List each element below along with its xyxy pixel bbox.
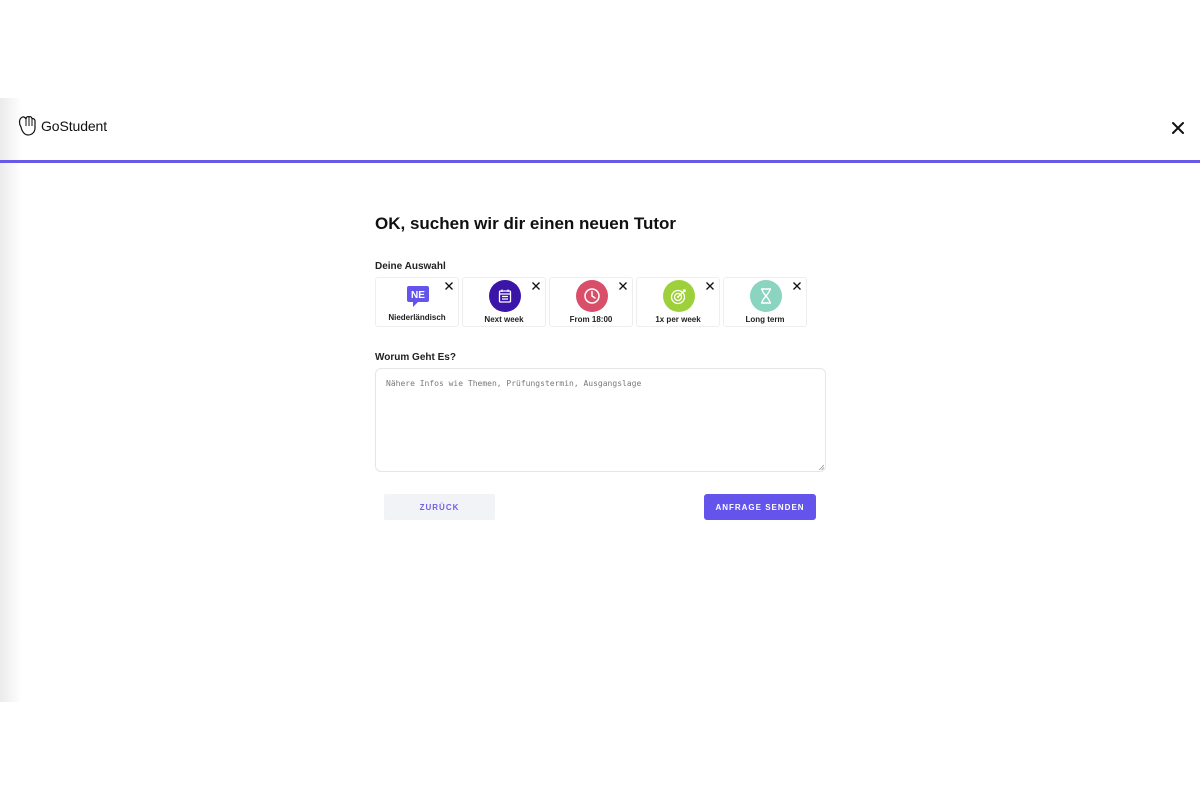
selection-chip-start: Next week bbox=[462, 277, 546, 327]
header: GoStudent bbox=[0, 98, 1200, 160]
chip-label-duration: Long term bbox=[745, 315, 785, 324]
about-label: Worum Geht Es? bbox=[375, 352, 456, 363]
selection-chip-duration: Long term bbox=[723, 277, 807, 327]
selection-chip-frequency: 1x per week bbox=[636, 277, 720, 327]
gostudent-logo-icon bbox=[18, 116, 36, 136]
language-badge-icon: NE bbox=[402, 280, 434, 312]
remove-time-icon[interactable] bbox=[618, 281, 628, 291]
brand-name: GoStudent bbox=[41, 118, 108, 134]
remove-start-icon[interactable] bbox=[531, 281, 541, 291]
modal-frame: GoStudent OK, suchen wir dir einen neuen… bbox=[0, 98, 1200, 702]
clock-icon bbox=[576, 280, 608, 312]
chip-label-time: From 18:00 bbox=[569, 315, 613, 324]
page-title: OK, suchen wir dir einen neuen Tutor bbox=[375, 214, 676, 233]
about-textarea[interactable] bbox=[375, 368, 826, 472]
chip-label-start: Next week bbox=[484, 315, 524, 324]
resize-handle-icon[interactable] bbox=[818, 464, 824, 470]
close-icon[interactable] bbox=[1170, 120, 1186, 136]
side-shadow bbox=[0, 98, 22, 702]
hourglass-icon bbox=[750, 280, 782, 312]
send-request-button[interactable]: ANFRAGE SENDEN bbox=[704, 494, 816, 520]
remove-frequency-icon[interactable] bbox=[705, 281, 715, 291]
progress-bar bbox=[0, 160, 1200, 163]
back-button[interactable]: ZURÜCK bbox=[384, 494, 495, 520]
logo[interactable]: GoStudent bbox=[17, 115, 107, 137]
selection-chip-time: From 18:00 bbox=[549, 277, 633, 327]
chip-label-frequency: 1x per week bbox=[655, 315, 701, 324]
selection-label: Deine Auswahl bbox=[375, 261, 446, 272]
language-badge-text: NE bbox=[411, 290, 425, 301]
calendar-icon bbox=[489, 280, 521, 312]
chip-label-language: Niederländisch bbox=[388, 313, 446, 322]
target-icon bbox=[663, 280, 695, 312]
remove-duration-icon[interactable] bbox=[792, 281, 802, 291]
selection-chip-language: NE Niederländisch bbox=[375, 277, 459, 327]
remove-language-icon[interactable] bbox=[444, 281, 454, 291]
selection-chips: NE Niederländisch Next week From 18:00 1… bbox=[375, 277, 807, 327]
